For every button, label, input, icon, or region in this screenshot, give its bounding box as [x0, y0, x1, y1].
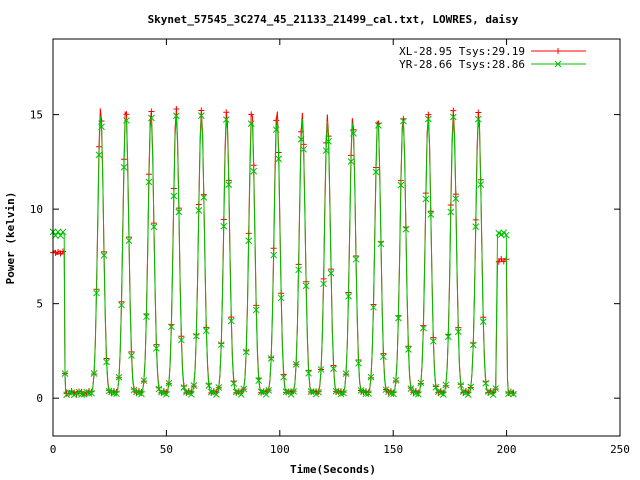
legend-label-yr: YR-28.66 Tsys:28.86: [399, 58, 525, 71]
chart: 0 50 100 150 200 250 0 5 10 15 Skynet_57545_3C274…: [0, 0, 640, 480]
x-tick-label: 200: [497, 443, 517, 456]
chart-background: [0, 0, 640, 480]
x-tick-label: 50: [160, 443, 173, 456]
legend-label-xl: XL-28.95 Tsys:29.19: [399, 45, 525, 58]
y-tick-label: 5: [36, 298, 43, 311]
x-tick-label: 150: [383, 443, 403, 456]
y-tick-label: 15: [30, 109, 43, 122]
x-tick-label: 100: [270, 443, 290, 456]
x-tick-label: 0: [50, 443, 57, 456]
x-tick-label: 250: [610, 443, 630, 456]
x-axis-label: Time(Seconds): [290, 463, 376, 476]
y-axis-label: Power (kelvin): [4, 192, 17, 285]
y-tick-label: 0: [36, 392, 43, 405]
y-tick-label: 10: [30, 203, 43, 216]
chart-title: Skynet_57545_3C274_45_21133_21499_cal.tx…: [148, 13, 519, 26]
